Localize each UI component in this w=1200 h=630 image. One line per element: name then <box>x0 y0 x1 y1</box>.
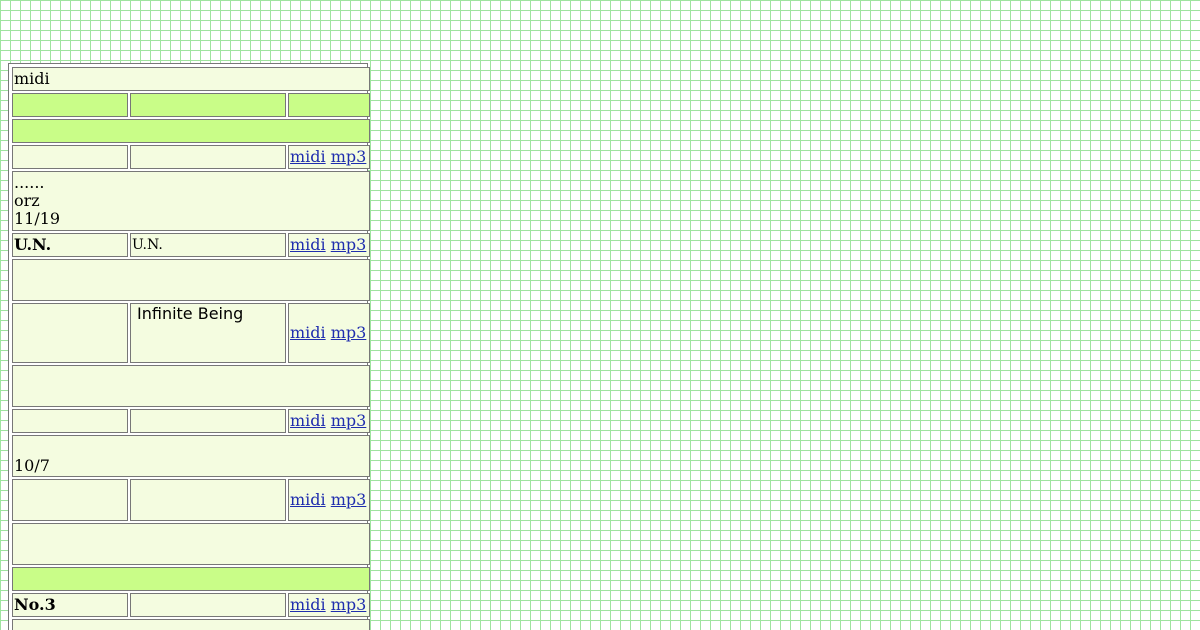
mp3-link[interactable]: mp3 <box>331 411 367 430</box>
section-bar <box>12 567 371 591</box>
comment-cell <box>12 365 371 407</box>
song-title-cell: U.N. <box>130 233 286 257</box>
song-title-cell <box>130 409 286 433</box>
song-name-cell <box>12 303 128 363</box>
comment-cell <box>12 619 371 630</box>
table-title: midi <box>12 67 371 91</box>
mp3-link[interactable]: mp3 <box>331 147 367 166</box>
table-row: No.3 midi mp3 <box>12 593 371 617</box>
download-links-cell: midi mp3 <box>288 593 371 617</box>
mp3-link[interactable]: mp3 <box>331 490 367 509</box>
song-title-cell <box>130 145 286 169</box>
song-title-cell: Infinite Being <box>130 303 286 363</box>
midi-link[interactable]: midi <box>290 490 326 509</box>
song-name-cell <box>12 409 128 433</box>
song-table-frame: midi midi mp3 ...... orz 11/19 U.N. U.N.… <box>8 63 371 630</box>
song-name-cell: No.3 <box>12 593 128 617</box>
download-links-cell: midi mp3 <box>288 409 371 433</box>
mp3-link[interactable]: mp3 <box>331 595 367 614</box>
comment-cell <box>12 259 371 301</box>
download-links-cell: midi mp3 <box>288 303 371 363</box>
download-links-cell: midi mp3 <box>288 145 371 169</box>
header-cell-links <box>288 93 371 117</box>
mp3-link[interactable]: mp3 <box>331 323 367 342</box>
comment-line: orz <box>14 191 40 210</box>
header-cell-title <box>130 93 286 117</box>
song-title-cell <box>130 593 286 617</box>
midi-link[interactable]: midi <box>290 411 326 430</box>
comment-line: ...... <box>14 173 45 192</box>
comment-date: 11/19 <box>14 209 61 228</box>
table-row: midi mp3 <box>12 409 371 433</box>
midi-link[interactable]: midi <box>290 147 326 166</box>
comment-cell: ...... orz 11/19 <box>12 171 371 231</box>
table-row: U.N. U.N. midi mp3 <box>12 233 371 257</box>
comment-date: 10/7 <box>14 456 50 475</box>
table-row: Infinite Being midi mp3 <box>12 303 371 363</box>
download-links-cell: midi mp3 <box>288 479 371 521</box>
download-links-cell: midi mp3 <box>288 233 371 257</box>
header-cell-name <box>12 93 128 117</box>
table-row: midi mp3 <box>12 479 371 521</box>
section-bar <box>12 119 371 143</box>
mp3-link[interactable]: mp3 <box>331 235 367 254</box>
midi-link[interactable]: midi <box>290 323 326 342</box>
song-table: midi midi mp3 ...... orz 11/19 U.N. U.N.… <box>10 65 372 630</box>
midi-link[interactable]: midi <box>290 235 326 254</box>
midi-link[interactable]: midi <box>290 595 326 614</box>
song-name-cell <box>12 145 128 169</box>
song-name-cell <box>12 479 128 521</box>
song-name-cell: U.N. <box>12 233 128 257</box>
table-row: midi mp3 <box>12 145 371 169</box>
comment-cell <box>12 523 371 565</box>
comment-cell: 10/7 <box>12 435 371 477</box>
song-title-cell <box>130 479 286 521</box>
